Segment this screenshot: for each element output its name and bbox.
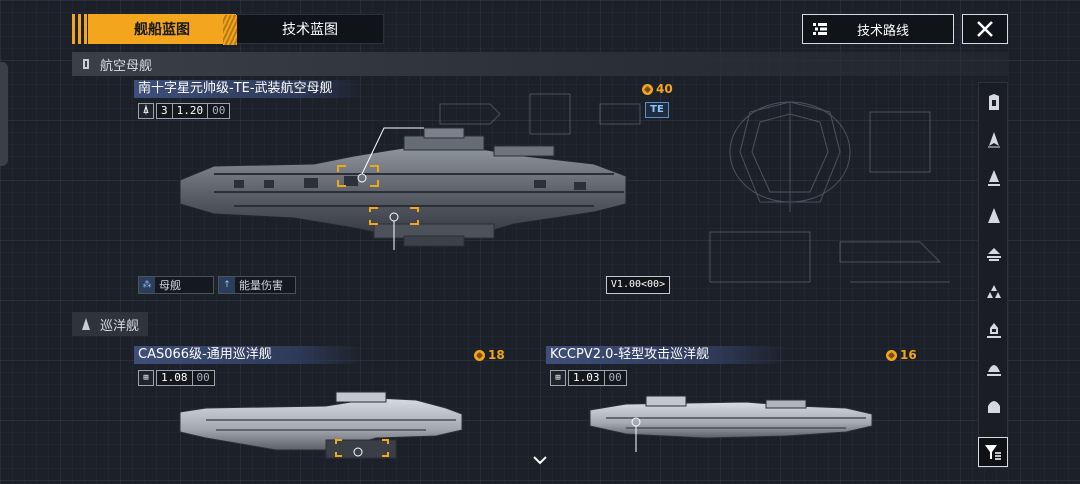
carrier-class-icon <box>83 59 89 69</box>
ship-cost-kccpv: 16 <box>886 348 917 362</box>
ship-count: 3 <box>156 103 173 119</box>
section-header-carrier: 航空母舰 <box>72 52 1008 76</box>
ship-value-suffix: 00 <box>208 103 231 119</box>
carrier-class-icon[interactable] <box>983 91 1005 113</box>
ship-name-cas066[interactable]: CAS066级-通用巡洋舰 <box>134 346 364 364</box>
cost-coin-icon <box>474 349 485 361</box>
ship-value: 1.03 <box>568 370 605 386</box>
battlecruiser-class-icon[interactable] <box>983 243 1005 265</box>
cas066-ship-model[interactable] <box>176 388 466 468</box>
chevron-down-icon[interactable] <box>532 455 548 465</box>
ship-tag-energy-damage: ↑ 能量伤害 <box>218 276 296 294</box>
te-badge: TE <box>645 102 669 118</box>
ship-cost-value: 40 <box>656 82 673 96</box>
ship-stat-cas066: ⊞ 1.08 00 <box>138 370 215 386</box>
grid-stat-icon: ⊞ <box>550 370 566 386</box>
tab-accent-stripes <box>72 14 88 44</box>
section-label-cruiser: 巡洋舰 <box>100 318 140 334</box>
section-header-cruiser: 巡洋舰 <box>72 312 148 336</box>
ship-name-kccpv[interactable]: KCCPV2.0-轻型攻击巡洋舰 <box>546 346 786 364</box>
energy-damage-tag-icon: ↑ <box>219 277 235 293</box>
side-drawer-handle[interactable] <box>0 62 8 166</box>
ship-class-sidebar <box>978 82 1008 468</box>
destroyer-class-icon[interactable] <box>983 167 1005 189</box>
tech-route-label: 技术路线 <box>856 23 909 39</box>
cruiser-class-icon <box>82 318 90 330</box>
filter-icon <box>985 445 1001 460</box>
ship-name-carrier[interactable]: 南十字星元帅级-TE-武装航空母舰 <box>134 80 364 98</box>
ship-stat-kccpv: ⊞ 1.03 00 <box>550 370 627 386</box>
close-button[interactable] <box>962 14 1008 44</box>
corvette-class-icon[interactable] <box>983 319 1005 341</box>
fighter-group-icon[interactable] <box>983 281 1005 303</box>
auxiliary-class-icon[interactable] <box>983 357 1005 379</box>
filter-button[interactable] <box>978 437 1008 467</box>
ship-cost-cas066: 18 <box>474 348 505 362</box>
cost-coin-icon <box>886 349 897 361</box>
ship-value: 1.08 <box>156 370 193 386</box>
kccpv-ship-model[interactable] <box>586 392 876 462</box>
ship-tag-label: 能量伤害 <box>239 279 283 292</box>
tab-tech-blueprint[interactable]: 技术蓝图 <box>236 14 384 44</box>
list-icon <box>813 23 827 35</box>
ship-value-suffix: 00 <box>604 370 627 386</box>
ship-version-badge: V1.00<00> <box>606 276 670 294</box>
mothership-tag-icon: ⁂ <box>139 277 155 293</box>
ship-cost-value: 18 <box>488 348 505 362</box>
tab-ship-blueprint[interactable]: 舰船蓝图 <box>88 14 237 45</box>
carrier-ship-model[interactable] <box>174 120 634 260</box>
ship-value: 1.20 <box>172 103 209 119</box>
capital-class-icon[interactable] <box>983 395 1005 417</box>
top-bar: 舰船蓝图 技术蓝图 技术路线 <box>72 14 1010 45</box>
tech-route-button[interactable]: 技术路线 <box>802 14 954 44</box>
section-label-carrier: 航空母舰 <box>100 58 153 74</box>
grid-stat-icon: ⊞ <box>138 370 154 386</box>
blueprint-schematic <box>709 101 950 283</box>
ship-value-suffix: 00 <box>192 370 215 386</box>
fighter-count-icon: ⍋ <box>138 103 154 119</box>
close-icon <box>977 21 993 37</box>
ship-stat-carrier: ⍋ 3 1.20 00 <box>138 103 231 119</box>
cost-coin-icon <box>642 83 653 95</box>
cruiser-class-icon[interactable] <box>983 205 1005 227</box>
ship-cost-carrier: 40 <box>642 82 673 96</box>
ship-tag-mothership: ⁂ 母舰 <box>138 276 214 294</box>
frigate-class-icon[interactable] <box>983 129 1005 151</box>
ship-tag-label: 母舰 <box>159 279 181 292</box>
blueprint-tabs: 舰船蓝图 技术蓝图 <box>88 14 384 45</box>
ship-cost-value: 16 <box>900 348 917 362</box>
